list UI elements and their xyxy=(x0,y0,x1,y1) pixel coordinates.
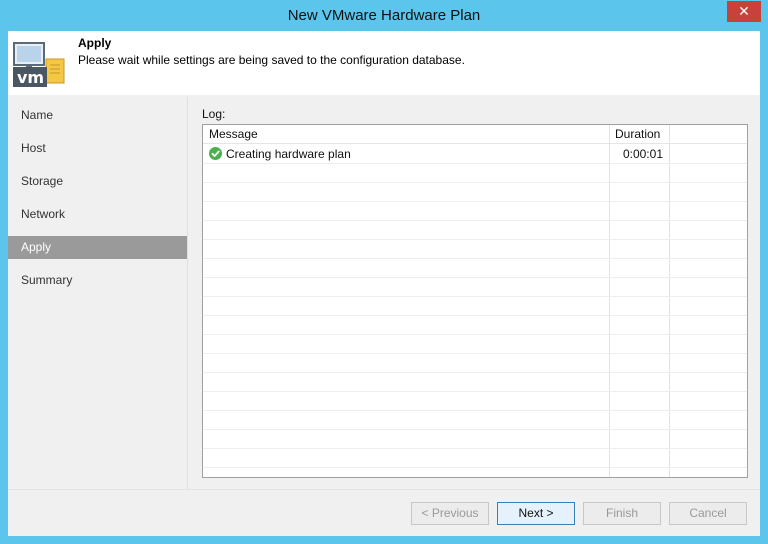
log-message: Creating hardware plan xyxy=(226,147,351,161)
step-title: Apply xyxy=(78,36,112,50)
log-duration: 0:00:01 xyxy=(622,147,663,161)
row-line xyxy=(203,429,747,430)
column-divider xyxy=(609,125,610,477)
column-header-duration[interactable]: Duration xyxy=(609,125,669,144)
nav-item-apply[interactable]: Apply xyxy=(8,236,187,259)
nav-item-name[interactable]: Name xyxy=(8,104,187,127)
row-line xyxy=(203,448,747,449)
row-line xyxy=(203,258,747,259)
finish-button[interactable]: Finish xyxy=(583,502,661,525)
row-line xyxy=(203,467,747,468)
row-line xyxy=(203,239,747,240)
previous-button[interactable]: < Previous xyxy=(411,502,489,525)
title-bar[interactable]: New VMware Hardware Plan ✕ xyxy=(0,0,768,31)
nav-item-network[interactable]: Network xyxy=(8,203,187,226)
log-row[interactable]: Creating hardware plan 0:00:01 xyxy=(203,145,747,163)
row-line xyxy=(203,334,747,335)
close-icon: ✕ xyxy=(738,3,750,19)
column-header-message[interactable]: Message xyxy=(203,125,609,144)
row-line xyxy=(203,182,747,183)
column-divider xyxy=(669,125,670,477)
nav-item-storage[interactable]: Storage xyxy=(8,170,187,193)
next-button[interactable]: Next > xyxy=(497,502,575,525)
apply-content: Log: Message Duration Creating hardware … xyxy=(187,97,760,489)
wizard-body: Name Host Storage Network Apply Summary … xyxy=(8,95,760,536)
wizard-window: New VMware Hardware Plan ✕ vm Apply Plea… xyxy=(0,0,768,544)
row-line xyxy=(203,220,747,221)
row-line xyxy=(203,410,747,411)
success-icon xyxy=(209,147,222,160)
row-line xyxy=(203,296,747,297)
wizard-footer: < Previous Next > Finish Cancel xyxy=(8,489,760,536)
row-line xyxy=(203,163,747,164)
log-grid[interactable]: Message Duration Creating hardware plan … xyxy=(202,124,748,478)
log-grid-header: Message Duration xyxy=(203,125,747,144)
row-line xyxy=(203,353,747,354)
window-title: New VMware Hardware Plan xyxy=(287,7,481,24)
cancel-button[interactable]: Cancel xyxy=(669,502,747,525)
row-line xyxy=(203,315,747,316)
close-button[interactable]: ✕ xyxy=(727,1,761,22)
row-line xyxy=(203,391,747,392)
nav-item-summary[interactable]: Summary xyxy=(8,269,187,292)
wizard-header: vm Apply Please wait while settings are … xyxy=(8,31,760,95)
step-nav: Name Host Storage Network Apply Summary xyxy=(8,95,187,489)
wizard-client: vm Apply Please wait while settings are … xyxy=(8,31,760,536)
step-description: Please wait while settings are being sav… xyxy=(78,53,465,67)
nav-item-host[interactable]: Host xyxy=(8,137,187,160)
log-label: Log: xyxy=(202,107,226,121)
row-line xyxy=(203,372,747,373)
row-line xyxy=(203,201,747,202)
vm-badge-text: vm xyxy=(17,68,45,87)
row-line xyxy=(203,277,747,278)
